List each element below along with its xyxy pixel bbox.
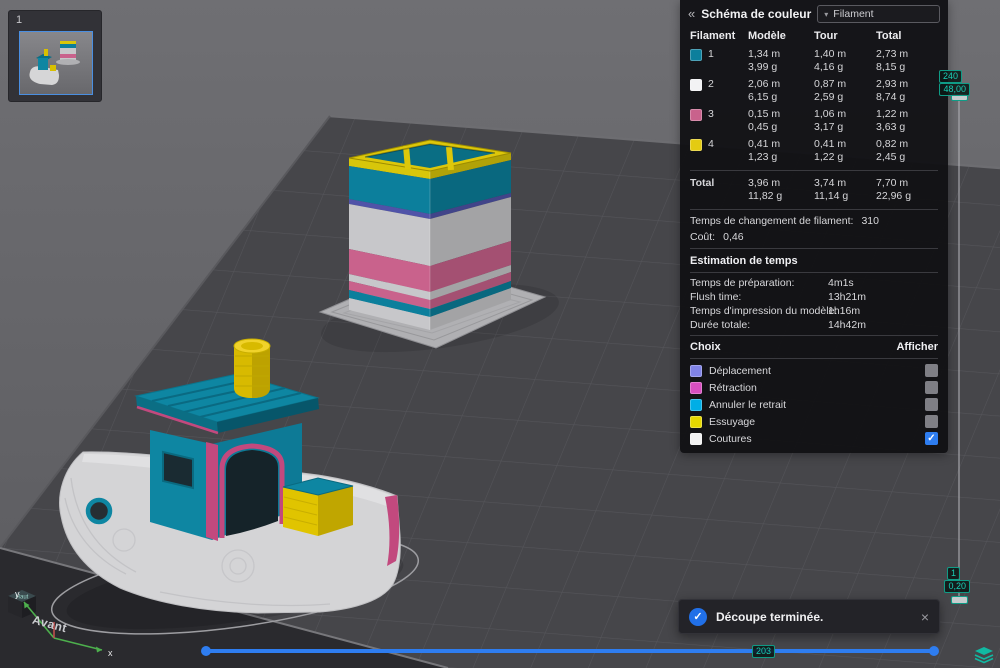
total-row: Total 3,96 m11,82 g 3,74 m11,14 g 7,70 m… — [680, 174, 948, 206]
filament-row-id[interactable]: 4 — [690, 136, 748, 166]
filament-row-id[interactable]: 2 — [690, 76, 748, 106]
time-row: Temps d'impression du modèle:1h16m — [680, 304, 948, 318]
filament-swatch — [690, 79, 702, 91]
layer-min-badge: 1 — [947, 567, 960, 580]
color-scheme-panel: « Schéma de couleur ▾ Filament Filament … — [680, 0, 948, 453]
col-tower: Tour — [814, 27, 876, 46]
show-checkbox[interactable]: ✓ — [925, 398, 938, 411]
divider — [690, 335, 938, 336]
legend-item-travel: Déplacement ✓ — [680, 362, 948, 379]
table-cell: 2,06 m6,15 g — [748, 76, 814, 106]
divider — [690, 209, 938, 210]
layer-slider-bottom-handle[interactable] — [951, 596, 968, 604]
col-total: Total — [876, 27, 938, 46]
slicing-complete-toast: ✓ Découpe terminée. × — [678, 599, 940, 634]
legend-item-wipe: Essuyage ✓ — [680, 413, 948, 430]
layer-slider-track[interactable] — [958, 96, 960, 596]
cost-stat: Coût:0,46 — [680, 229, 948, 245]
table-cell: 0,87 m2,59 g — [814, 76, 876, 106]
total-label: Total — [690, 175, 748, 205]
view-mode-value: Filament — [833, 8, 873, 20]
legend-item-unretraction: Annuler le retrait ✓ — [680, 396, 948, 413]
show-checkbox[interactable]: ✓ — [925, 364, 938, 377]
filament-swatch — [690, 49, 702, 61]
table-cell: 0,41 m1,22 g — [814, 136, 876, 166]
x-axis-line — [54, 638, 102, 650]
panel-title: Schéma de couleur — [701, 7, 811, 21]
show-checkbox[interactable]: ✓ — [925, 381, 938, 394]
table-cell: 7,70 m22,96 g — [876, 175, 938, 205]
divider — [690, 358, 938, 359]
layer-max-height-badge: 48,00 — [939, 83, 970, 96]
table-cell: 3,74 m11,14 g — [814, 175, 876, 205]
table-cell: 2,73 m8,15 g — [876, 46, 938, 76]
col-model: Modèle — [748, 27, 814, 46]
chevron-down-icon: ▾ — [824, 10, 828, 19]
legend-swatch — [690, 365, 702, 377]
slicer-preview-screen: 1 « Schéma de couleur ▾ Fil — [0, 0, 1000, 668]
plate-number: 1 — [16, 14, 22, 26]
layers-button[interactable] — [974, 646, 994, 664]
step-slider-value-badge[interactable]: 203 — [752, 645, 775, 658]
time-row: Durée totale:14h42m — [680, 318, 948, 332]
layer-max-badge: 240 — [939, 70, 962, 83]
time-row: Flush time:13h21m — [680, 290, 948, 304]
x-axis-label: x — [108, 648, 113, 658]
filament-table: Filament Modèle Tour Total 1 1,34 m3,99 … — [680, 26, 948, 167]
filament-row-id[interactable]: 1 — [690, 46, 748, 76]
legend-swatch — [690, 399, 702, 411]
filament-row-id[interactable]: 3 — [690, 106, 748, 136]
filament-swatch — [690, 109, 702, 121]
close-icon[interactable]: × — [921, 610, 929, 624]
time-estimate-title: Estimation de temps — [680, 252, 948, 269]
col-filament: Filament — [690, 27, 748, 46]
panel-header: « Schéma de couleur ▾ Filament — [680, 0, 948, 26]
options-header: Choix Afficher — [680, 339, 948, 355]
divider — [690, 248, 938, 249]
time-row: Temps de préparation:4m1s — [680, 276, 948, 290]
table-cell: 2,93 m8,74 g — [876, 76, 938, 106]
plate-tab[interactable]: 1 — [8, 10, 102, 102]
filament-swatch — [690, 139, 702, 151]
table-cell: 3,96 m11,82 g — [748, 175, 814, 205]
divider — [690, 170, 938, 171]
success-check-icon: ✓ — [689, 608, 707, 626]
step-slider-track[interactable] — [205, 649, 935, 653]
layer-min-height-badge: 0,20 — [944, 580, 970, 593]
table-cell: 0,82 m2,45 g — [876, 136, 938, 166]
layers-icon — [974, 646, 994, 664]
legend-swatch — [690, 433, 702, 445]
collapse-panel-icon[interactable]: « — [688, 8, 695, 20]
toast-message: Découpe terminée. — [716, 610, 823, 624]
view-mode-dropdown[interactable]: ▾ Filament — [817, 5, 940, 23]
table-cell: 0,15 m0,45 g — [748, 106, 814, 136]
show-checkbox[interactable]: ✓ — [925, 432, 938, 445]
y-axis-label: y — [15, 589, 20, 599]
benchy-window — [163, 452, 193, 488]
plate-thumbnail-preview — [20, 32, 92, 92]
table-cell: 1,34 m3,99 g — [748, 46, 814, 76]
show-checkbox[interactable]: ✓ — [925, 415, 938, 428]
legend-item-retraction: Rétraction ✓ — [680, 379, 948, 396]
table-cell: 1,06 m3,17 g — [814, 106, 876, 136]
table-cell: 1,40 m4,16 g — [814, 46, 876, 76]
filament-change-stat: Temps de changement de filament:310 — [680, 213, 948, 229]
benchy-porthole — [88, 500, 110, 522]
table-cell: 1,22 m3,63 g — [876, 106, 938, 136]
legend-item-seams: Coutures ✓ — [680, 430, 948, 447]
legend-swatch — [690, 382, 702, 394]
legend-swatch — [690, 416, 702, 428]
table-cell: 0,41 m1,23 g — [748, 136, 814, 166]
divider — [690, 272, 938, 273]
plate-thumbnail[interactable] — [19, 31, 93, 95]
